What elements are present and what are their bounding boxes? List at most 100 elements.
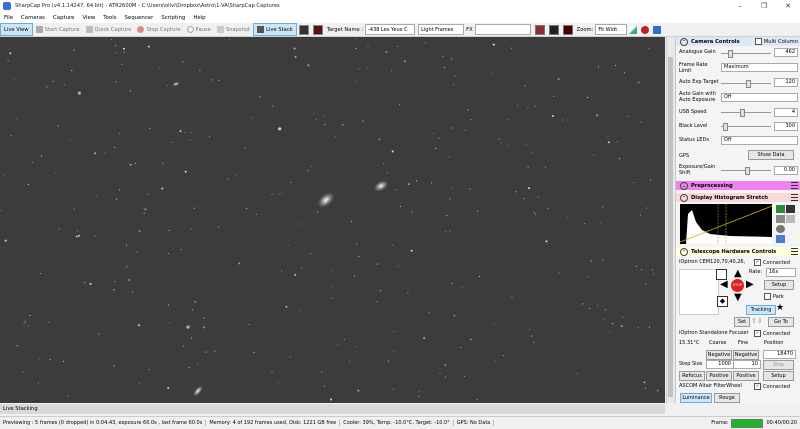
menu-icon[interactable] (791, 182, 798, 189)
black-level-value[interactable]: 300 (774, 122, 798, 131)
camera-controls-header[interactable]: ⌃ Camera Controls Multi Column (676, 37, 800, 46)
minimize-button[interactable]: – (728, 2, 752, 10)
live-stacking-tab[interactable]: Live Stacking (0, 404, 665, 414)
settings-icon[interactable] (653, 25, 662, 34)
frame-type-select[interactable]: Light Frames (418, 24, 465, 35)
menu-tools[interactable]: Tools (99, 15, 120, 21)
auto-stretch-icon[interactable] (776, 205, 785, 213)
collapse-icon[interactable]: ⌃ (680, 193, 688, 202)
settings-icon[interactable] (786, 215, 795, 223)
pause-button[interactable]: Pause (184, 24, 214, 35)
focuser-setup-button[interactable]: Setup (763, 371, 794, 381)
expand-icon[interactable]: ⌄ (680, 181, 688, 190)
multi-column-toggle[interactable]: Multi Column (754, 38, 798, 45)
mount-setup-button[interactable]: Setup (764, 280, 794, 290)
menu-icon[interactable] (791, 248, 798, 255)
menu-sequencer[interactable]: Sequencer (121, 15, 158, 21)
mount-connected-checkbox[interactable]: ✓ (754, 259, 761, 266)
analogue-gain-value[interactable]: 462 (774, 48, 798, 57)
menu-help[interactable]: Help (189, 15, 209, 21)
usb-speed-value[interactable]: 4 (774, 108, 798, 117)
collapse-icon[interactable]: ⌃ (680, 247, 688, 256)
usb-speed-slider[interactable] (721, 112, 771, 113)
menu-scripting[interactable]: Scripting (157, 15, 189, 21)
target-name-input[interactable]: -438 Les Yeux C (365, 24, 416, 35)
collapse-icon[interactable]: ⌃ (680, 37, 688, 46)
telescope-header[interactable]: ⌃ Telescope Hardware Controls (676, 247, 800, 256)
goto-button[interactable]: Go To (768, 317, 794, 327)
step-coarse-input[interactable]: 1000 (706, 360, 734, 369)
park-toggle[interactable]: Park (764, 293, 796, 300)
black-level-knob[interactable] (723, 123, 728, 131)
north-arrow-icon[interactable]: ▲ (734, 269, 742, 279)
start-capture-button[interactable]: Start Capture (33, 24, 83, 35)
zoom-icon[interactable] (776, 225, 785, 233)
set-button[interactable]: Set (734, 317, 750, 327)
park-checkbox[interactable] (764, 293, 771, 300)
stop-capture-button[interactable]: Stop Capture (134, 24, 183, 35)
snapshot-button[interactable]: Snapshot (214, 24, 253, 35)
save-icon[interactable] (776, 235, 785, 243)
restore-button[interactable]: ❐ (752, 2, 776, 10)
fine-positive-button[interactable]: Positive (733, 371, 759, 381)
focuser-connected[interactable]: ✓ Connected (754, 330, 799, 337)
step-fine-input[interactable]: 10 (733, 360, 761, 369)
auto-exp-knob[interactable] (746, 80, 751, 88)
lightning-icon[interactable] (776, 215, 785, 223)
stop-button[interactable]: STOP (731, 279, 744, 292)
black-level-slider[interactable] (721, 126, 771, 127)
histogram-header[interactable]: ⌃ Display Histogram Stretch (676, 193, 800, 202)
position-value[interactable]: 18470 (763, 350, 796, 359)
filterwheel-connected[interactable]: ✓ Connected (754, 383, 799, 390)
crosshair-icon[interactable] (548, 24, 559, 35)
menu-icon[interactable] (791, 194, 798, 201)
preprocessing-header[interactable]: ⌄ Preprocessing (676, 181, 800, 190)
chart-icon[interactable] (629, 25, 638, 34)
menu-capture[interactable]: Capture (49, 15, 78, 21)
vertical-scrollbar[interactable] (666, 37, 675, 403)
rate-select[interactable]: 16x (766, 268, 796, 277)
filterwheel-connected-checkbox[interactable]: ✓ (754, 383, 761, 390)
menu-cameras[interactable]: Cameras (17, 15, 49, 21)
camera-image[interactable] (0, 37, 665, 403)
color-swatch-icon[interactable] (534, 24, 545, 35)
menu-view[interactable]: View (78, 15, 99, 21)
coarse-positive-button[interactable]: Positive (706, 371, 732, 381)
live-stack-button[interactable]: Live Stack (253, 23, 297, 36)
focuser-stop-button[interactable]: Stop (763, 360, 794, 370)
west-arrow-icon[interactable]: ◀ (720, 280, 728, 290)
histogram-chart[interactable] (680, 204, 772, 244)
mount-connected[interactable]: ✓ Connected (754, 259, 799, 266)
reticle-icon[interactable] (562, 24, 573, 35)
show-data-button[interactable]: Show Data (748, 150, 794, 160)
coarse-negative-button[interactable]: Negative (706, 350, 732, 360)
zoom-select[interactable]: Fit Widt (595, 24, 628, 35)
filter-rouge-button[interactable]: Rouge (714, 393, 740, 403)
auto-gain-select[interactable]: Off (721, 93, 798, 102)
frame-rate-select[interactable]: Maximum (721, 63, 798, 72)
usb-speed-knob[interactable] (740, 109, 745, 117)
shift-value[interactable]: 0.00 (774, 166, 798, 175)
multi-column-checkbox[interactable] (754, 38, 762, 45)
fx-select[interactable] (474, 24, 531, 35)
star-icon[interactable]: ★ (776, 303, 784, 313)
filter-luminance-button[interactable]: Luminance (680, 393, 712, 403)
record-icon[interactable] (312, 24, 323, 35)
tracking-button[interactable]: Tracking (746, 305, 776, 315)
quick-capture-button[interactable]: Quick Capture (83, 24, 135, 35)
close-button[interactable]: ✕ (776, 2, 800, 10)
scrollbar-thumb[interactable] (668, 57, 673, 397)
status-leds-select[interactable]: Off (721, 136, 798, 145)
sync-arrows-icon[interactable]: ⇧⇩ (751, 317, 763, 325)
focuser-connected-checkbox[interactable]: ✓ (754, 330, 761, 337)
menu-file[interactable]: File (0, 15, 17, 21)
analogue-gain-knob[interactable] (728, 50, 733, 58)
south-arrow-icon[interactable]: ▼ (734, 293, 742, 303)
auto-exp-value[interactable]: 120 (774, 78, 798, 87)
live-view-button[interactable]: Live View (0, 23, 33, 36)
refocus-button[interactable]: Refocus (679, 371, 705, 381)
shift-knob[interactable] (745, 167, 750, 175)
target-icon[interactable] (641, 25, 650, 34)
align-icon[interactable]: ◆ (717, 296, 728, 307)
fine-negative-button[interactable]: Negative (733, 350, 759, 360)
